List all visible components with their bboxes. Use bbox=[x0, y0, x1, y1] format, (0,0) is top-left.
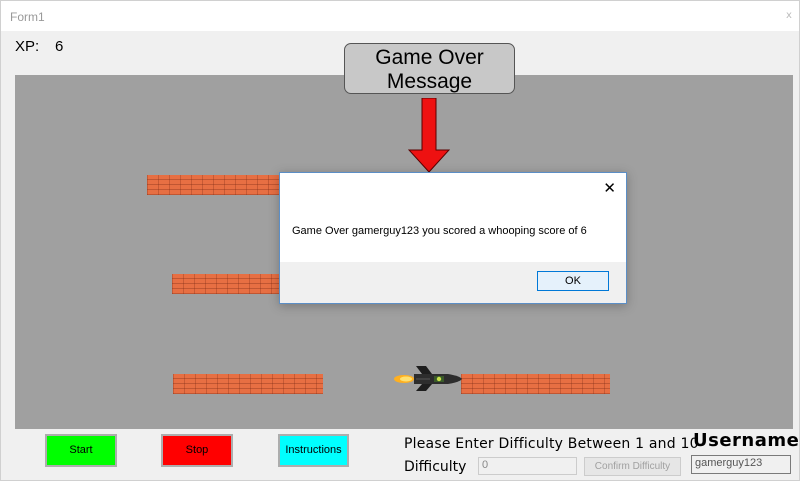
instructions-button[interactable]: Instructions bbox=[278, 434, 349, 467]
brick-platform bbox=[173, 374, 323, 394]
dialog-message: Game Over gamerguy123 you scored a whoop… bbox=[292, 225, 587, 237]
callout-line-2: Message bbox=[386, 70, 473, 93]
dialog-close-icon[interactable]: ✕ bbox=[603, 179, 616, 197]
dialog-footer: OK bbox=[280, 262, 626, 303]
username-label: Username bbox=[693, 430, 800, 451]
title-bar: Form1 x bbox=[1, 1, 799, 31]
start-button[interactable]: Start bbox=[45, 434, 117, 467]
confirm-difficulty-button[interactable]: Confirm Difficulty bbox=[584, 457, 681, 476]
callout-line-1: Game Over bbox=[375, 46, 484, 69]
difficulty-prompt: Please Enter Difficulty Between 1 and 10 bbox=[404, 436, 699, 452]
xp-label: XP: bbox=[15, 38, 40, 55]
brick-platform bbox=[461, 374, 610, 394]
brick-platform bbox=[147, 175, 285, 195]
game-window: Form1 x XP: 6 Game Over Message ✕ Game O… bbox=[0, 0, 800, 481]
brick-platform bbox=[172, 274, 284, 294]
xp-value: 6 bbox=[55, 38, 64, 55]
window-title: Form1 bbox=[10, 10, 45, 24]
game-over-dialog: ✕ Game Over gamerguy123 you scored a who… bbox=[279, 172, 627, 304]
down-arrow-icon bbox=[408, 98, 450, 173]
difficulty-input[interactable]: 0 bbox=[478, 457, 577, 475]
annotation-callout: Game Over Message bbox=[344, 43, 515, 94]
ok-button[interactable]: OK bbox=[537, 271, 609, 291]
window-close-icon[interactable]: x bbox=[783, 10, 795, 22]
username-input[interactable]: gamerguy123 bbox=[691, 455, 791, 474]
rocket-icon bbox=[394, 366, 462, 391]
difficulty-label: Difficulty bbox=[404, 459, 467, 475]
stop-button[interactable]: Stop bbox=[161, 434, 233, 467]
